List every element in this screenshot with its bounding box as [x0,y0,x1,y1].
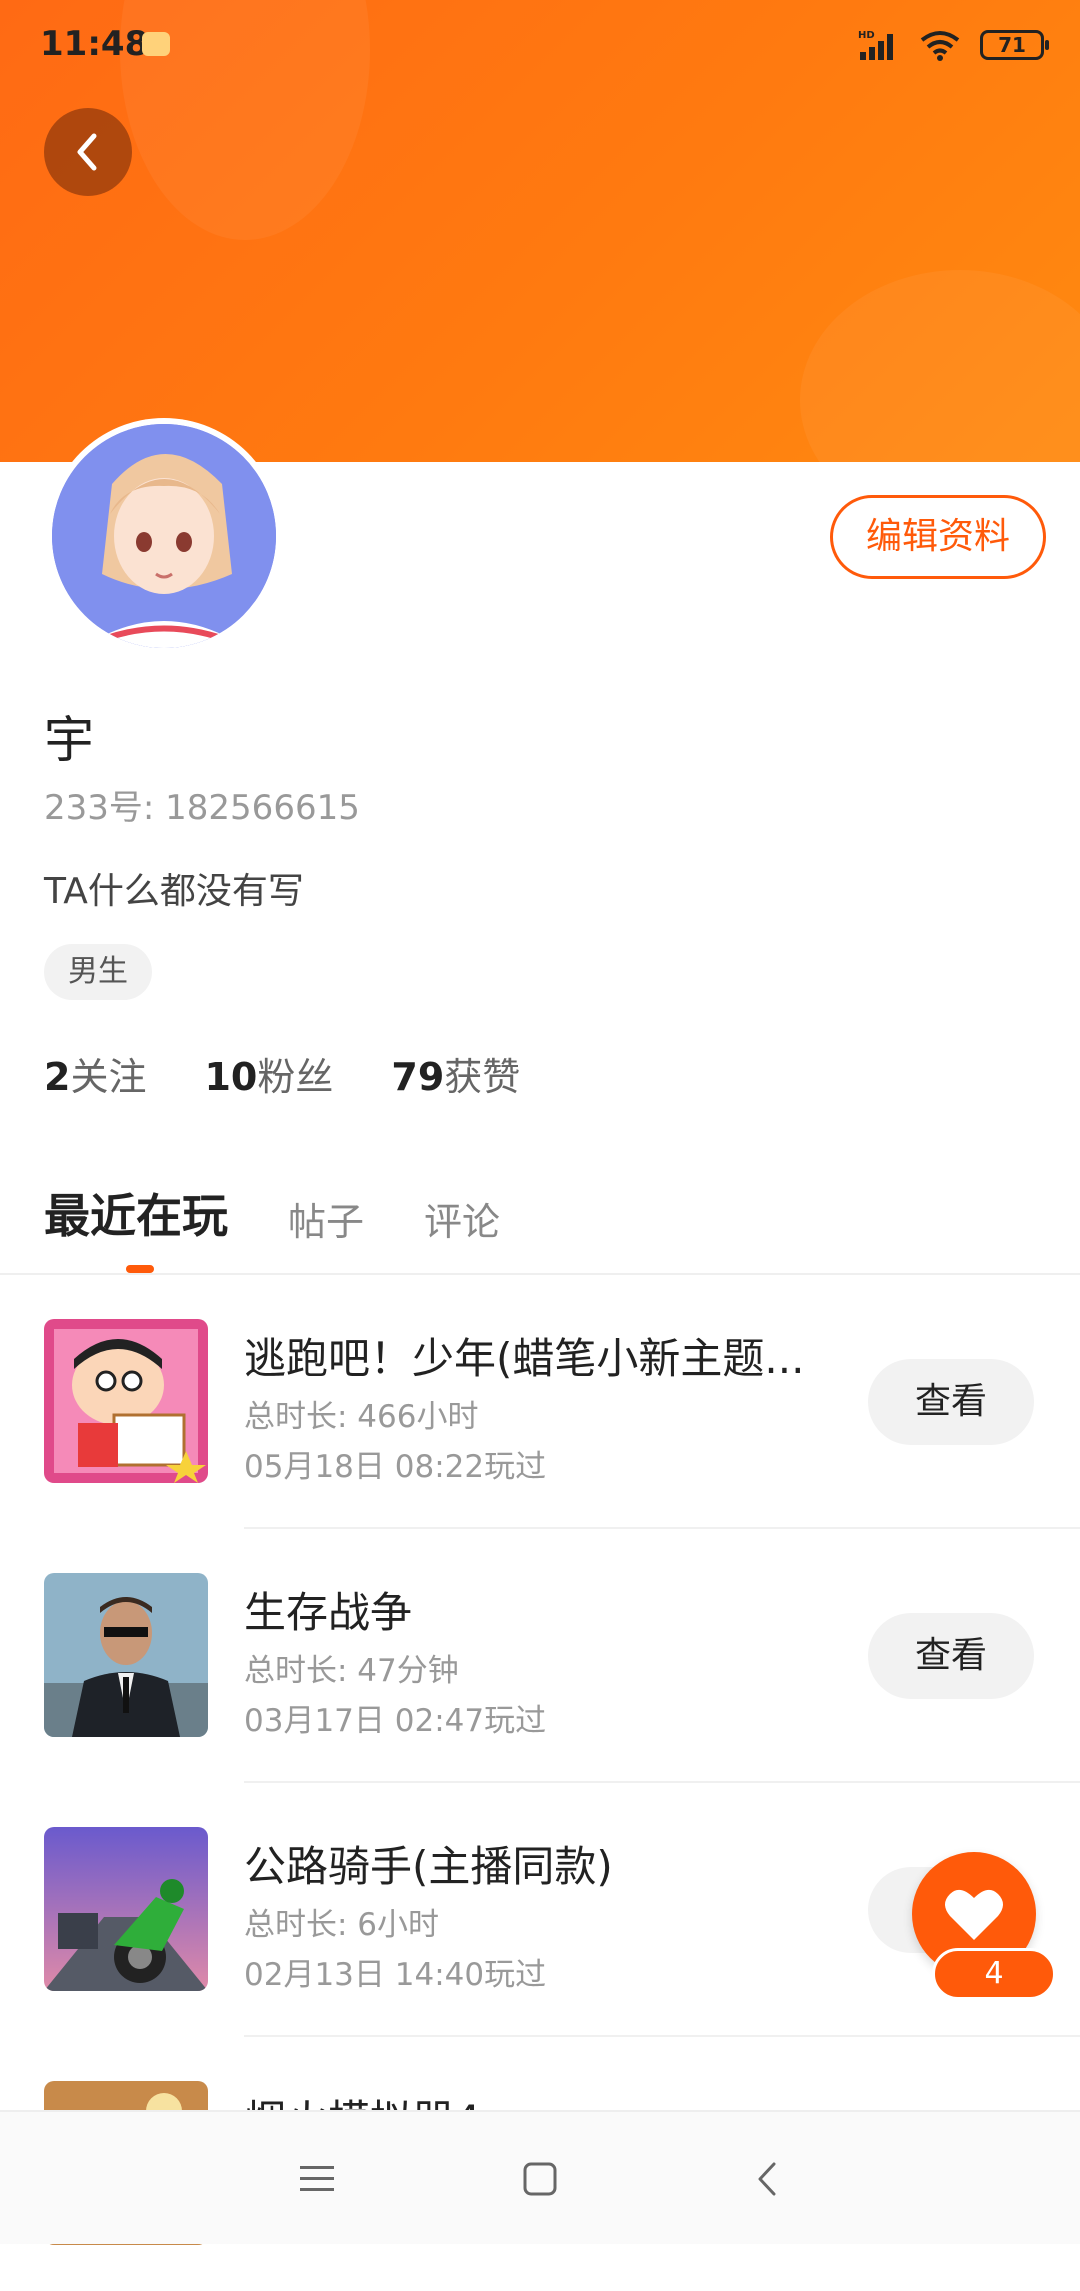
game-duration: 总时长: 466小时 [244,1399,479,1435]
content-tabs: 最近在玩 帖子 评论 [44,1180,500,1246]
game-title: 公路骑手(主播同款) [244,1842,613,1891]
game-thumbnail [44,1319,208,1483]
menu-icon [300,2166,334,2191]
battery-indicator: 71 [980,30,1049,60]
game-last-played: 05月18日 08:22玩过 [244,1449,547,1485]
stat-label: 关注 [70,1055,147,1099]
stat-label: 粉丝 [257,1055,334,1099]
tab-comments[interactable]: 评论 [424,1191,500,1246]
system-navigation-bar [0,2110,1080,2244]
game-last-played: 03月17日 02:47玩过 [244,1703,547,1739]
user-bio: TA什么都没有写 [44,871,304,912]
stat-following[interactable]: 2关注 [44,1046,146,1101]
stat-number: 2 [44,1055,71,1099]
tab-recently-played[interactable]: 最近在玩 [44,1180,228,1246]
game-thumbnail [44,1573,208,1737]
header-decoration [800,270,1080,462]
chevron-left-icon [77,133,97,171]
view-button[interactable]: 查看 [868,1359,1034,1445]
game-title: 逃跑吧！少年(蜡笔小新主题... [244,1334,805,1383]
chevron-left-icon [758,2162,776,2196]
status-bar: 11:48 HD 71 [0,0,1080,90]
menu-nav-button[interactable] [290,2152,344,2206]
home-nav-button[interactable] [513,2152,567,2206]
wifi-icon [920,31,960,61]
square-icon [523,2162,557,2196]
user-id: 233号: 182566615 [44,788,360,828]
gender-tag: 男生 [44,944,152,1000]
avatar[interactable] [46,418,282,654]
game-title: 生存战争 [244,1588,413,1637]
list-item[interactable]: 逃跑吧！少年(蜡笔小新主题... 总时长: 466小时 05月18日 08:22… [0,1275,1080,1529]
game-duration: 总时长: 6小时 [244,1907,440,1943]
signal-icon: HD [858,30,893,60]
stat-number: 10 [204,1055,258,1099]
like-count-badge: 4 [932,1948,1056,2000]
stat-label: 获赞 [444,1055,521,1099]
stat-followers[interactable]: 10粉丝 [204,1046,333,1101]
status-time: 11:48 [40,24,149,64]
stat-number: 79 [391,1055,445,1099]
stat-likes: 79获赞 [391,1046,520,1101]
avatar-image [52,424,276,648]
game-last-played: 02月13日 14:40玩过 [244,1957,547,1993]
game-thumbnail [44,1827,208,1991]
back-nav-button[interactable] [740,2152,794,2206]
edit-profile-button[interactable]: 编辑资料 [830,495,1046,579]
view-button[interactable]: 查看 [868,1613,1034,1699]
username: 宇 [44,711,94,769]
back-button[interactable] [44,108,132,196]
profile-stats: 2关注 10粉丝 79获赞 [44,1046,520,1101]
heart-icon [945,1889,1003,1940]
game-duration: 总时长: 47分钟 [244,1653,459,1689]
list-item[interactable]: 生存战争 总时长: 47分钟 03月17日 02:47玩过 查看 [0,1529,1080,1783]
active-tab-indicator [126,1265,154,1273]
notification-app-icon [142,32,170,56]
network-label: HD [858,30,875,41]
tab-posts[interactable]: 帖子 [288,1191,364,1246]
status-icons: HD 71 [858,28,1049,62]
